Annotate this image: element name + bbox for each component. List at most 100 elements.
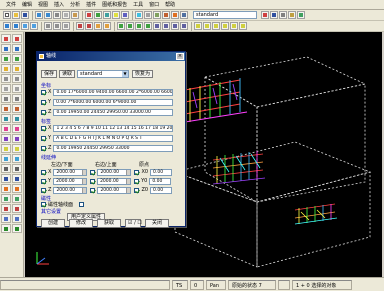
circle-point-icon[interactable] (12, 154, 22, 163)
area-load-icon[interactable] (1, 134, 11, 143)
get-button[interactable]: 获取 (97, 219, 121, 228)
extent-x-checkbox[interactable] (41, 169, 46, 175)
close-icon[interactable]: × (176, 53, 184, 60)
apply-button[interactable]: 恢复为 (132, 70, 154, 78)
label-x-checkbox[interactable] (41, 125, 46, 131)
extent-z-checkbox[interactable] (41, 187, 46, 193)
open-icon[interactable] (12, 11, 20, 19)
menu-help[interactable]: 帮助 (162, 0, 178, 10)
extent-x-left-input[interactable]: 2000.00 (53, 168, 88, 176)
steel-column-icon[interactable] (3, 22, 11, 30)
copy-icon[interactable] (62, 11, 70, 19)
create-button[interactable]: 创建 (41, 219, 65, 228)
menu-insert[interactable]: 插入 (51, 0, 67, 10)
render-icon[interactable] (144, 11, 152, 19)
clash-icon[interactable] (171, 11, 179, 19)
construction-line-icon[interactable] (1, 164, 11, 173)
grid-icon[interactable] (153, 11, 161, 19)
mesh-icon[interactable] (1, 114, 11, 123)
strip-footing-icon[interactable] (12, 74, 22, 83)
origin-y-checkbox[interactable] (134, 178, 140, 184)
magnetic-value-checkbox[interactable] (79, 201, 85, 207)
view-combo[interactable]: standard (193, 11, 257, 19)
bolt-icon[interactable] (76, 22, 84, 30)
spinner-icon[interactable] (82, 178, 87, 184)
select-weld-icon[interactable] (230, 22, 238, 30)
clip-plane-icon[interactable] (1, 204, 11, 213)
extent-y-right-input[interactable]: 2000.00 (97, 177, 132, 185)
settings-icon[interactable] (279, 11, 287, 19)
line-load-icon[interactable] (12, 124, 22, 133)
spinner-icon[interactable] (82, 169, 87, 175)
concrete-beam-icon[interactable] (12, 84, 22, 93)
properties-icon[interactable] (288, 11, 296, 19)
coord-y-checkbox[interactable] (41, 99, 46, 105)
save-icon[interactable] (21, 11, 29, 19)
snap-point-icon[interactable] (162, 22, 170, 30)
slab-icon[interactable] (62, 22, 70, 30)
spinner-icon[interactable] (126, 178, 131, 184)
strand-icon[interactable] (12, 114, 22, 123)
beam-icon[interactable] (12, 34, 22, 43)
text-icon[interactable] (12, 194, 22, 203)
select-icon[interactable] (85, 11, 93, 19)
cut-icon[interactable] (53, 11, 61, 19)
extent-z-right-input[interactable]: 2000.00 (97, 186, 132, 194)
rebar-group-icon[interactable] (12, 104, 22, 113)
polybeam-icon[interactable] (1, 44, 11, 53)
save-button[interactable]: 保存 (41, 70, 58, 78)
work-area-icon[interactable] (12, 204, 22, 213)
footing-icon[interactable] (53, 22, 61, 30)
orthogonal-beam-icon[interactable] (12, 54, 22, 63)
inquire-icon[interactable] (1, 224, 11, 233)
snap-nearest-icon[interactable] (171, 22, 179, 30)
origin-x-checkbox[interactable] (134, 169, 140, 175)
weld-icon[interactable] (85, 22, 93, 30)
menu-analysis[interactable]: 分析 (67, 0, 83, 10)
select-assembly-icon[interactable] (203, 22, 211, 30)
snap-perpendicular-icon[interactable] (144, 22, 152, 30)
point-icon[interactable] (1, 144, 11, 153)
origin-z-input[interactable]: 0.00 (150, 186, 173, 194)
new-icon[interactable] (3, 11, 11, 19)
extent-x-right-input[interactable]: 2000.00 (97, 168, 132, 176)
menu-view[interactable]: 视图 (35, 0, 51, 10)
concrete-panel-icon[interactable] (12, 94, 22, 103)
origin-y-input[interactable]: 0.00 (149, 177, 172, 185)
extent-z-right-checkbox[interactable] (90, 187, 96, 193)
extent-y-left-input[interactable]: 2000.00 (53, 177, 88, 185)
rebar-icon[interactable] (1, 104, 11, 113)
label-z-input[interactable]: 0.00 19950 24450 29950 33000 (53, 144, 174, 152)
extent-y-checkbox[interactable] (41, 178, 46, 184)
coord-z-input[interactable]: 0.00 19950.00 24450 29950.00 33000.00 (53, 108, 174, 116)
column-icon[interactable] (1, 34, 11, 43)
snap-icon[interactable] (270, 11, 278, 19)
model-icon[interactable] (162, 11, 170, 19)
snap-intersection-icon[interactable] (135, 22, 143, 30)
measure-angle-icon[interactable] (12, 184, 22, 193)
menu-file[interactable]: 文件 (3, 0, 19, 10)
grid-tool-icon[interactable] (12, 174, 22, 183)
label-x-input[interactable]: 1 2 3 4 5 6 7 8 9 10 11 12 13 14 15 16 1… (53, 124, 174, 132)
component-icon[interactable] (1, 214, 11, 223)
origin-x-input[interactable]: 0.00 (150, 168, 173, 176)
twin-profile-icon[interactable] (1, 54, 11, 63)
line-point-icon[interactable] (12, 144, 22, 153)
dimension-icon[interactable] (1, 194, 11, 203)
zoom-icon[interactable] (112, 11, 120, 19)
label-y-checkbox[interactable] (41, 135, 46, 141)
brace-icon[interactable] (30, 22, 38, 30)
load-icon[interactable] (1, 124, 11, 133)
phase-icon[interactable] (297, 11, 305, 19)
menu-tools[interactable]: 工具 (130, 0, 146, 10)
extent-z-left-input[interactable]: 2000.00 (53, 186, 88, 194)
folded-plate-icon[interactable] (12, 64, 22, 73)
menu-edit[interactable]: 编辑 (19, 0, 35, 10)
fitting-icon[interactable] (103, 22, 111, 30)
grid-line-icon[interactable] (1, 174, 11, 183)
snap-grid-icon[interactable] (153, 22, 161, 30)
construction-circle-icon[interactable] (12, 164, 22, 173)
pan-icon[interactable] (121, 11, 129, 19)
snap-free-icon[interactable] (180, 22, 188, 30)
spinner-icon[interactable] (126, 187, 131, 193)
